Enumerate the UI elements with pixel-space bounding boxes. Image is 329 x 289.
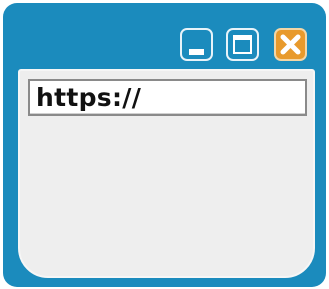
minimize-icon <box>189 49 204 55</box>
maximize-icon <box>233 35 252 54</box>
maximize-button[interactable] <box>226 28 259 61</box>
minimize-button[interactable] <box>180 28 213 61</box>
close-button[interactable] <box>274 28 307 61</box>
page-content-area: https:// <box>18 69 315 278</box>
address-bar[interactable]: https:// <box>28 79 307 116</box>
address-bar-text: https:// <box>36 83 142 112</box>
close-icon <box>280 34 301 55</box>
browser-window: https:// <box>3 3 326 287</box>
